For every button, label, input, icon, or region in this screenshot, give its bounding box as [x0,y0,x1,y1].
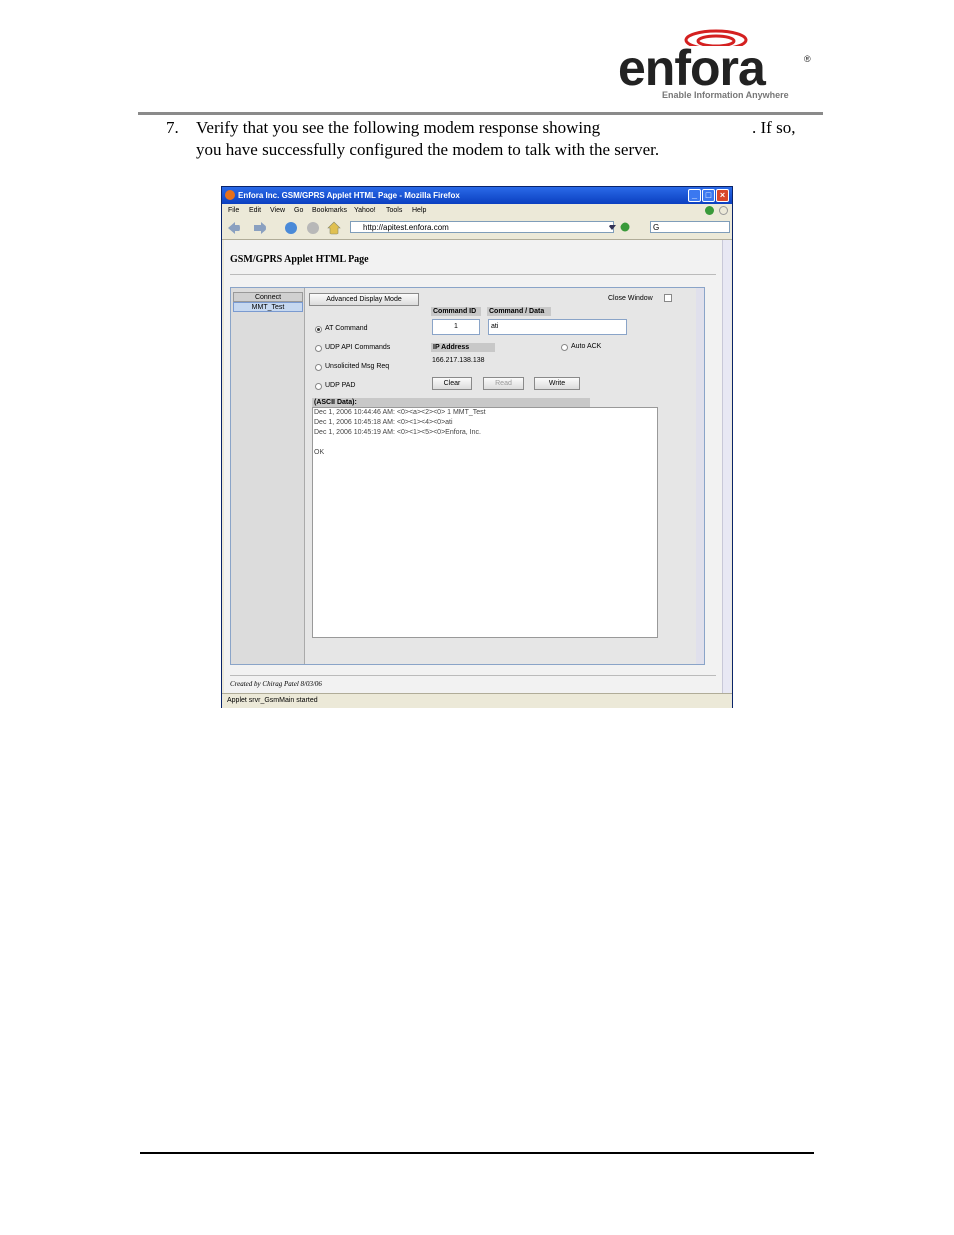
firefox-window-screenshot: Enfora Inc. GSM/GPRS Applet HTML Page - … [221,186,733,708]
response-console[interactable]: Dec 1, 2006 10:44:46 AM: <0><a><2><0> 1 … [312,407,658,638]
connection-list: Connect MMT_Test [231,288,305,664]
header-rule [138,112,823,115]
radio-at-command[interactable] [315,326,322,333]
step-text-line2: you have successfully configured the mod… [196,140,660,159]
menu-help[interactable]: Help [412,204,426,217]
status-bar: Applet srvr_GsmMain started [222,693,732,708]
forward-arrow-icon[interactable] [252,221,266,235]
status-text: Applet srvr_GsmMain started [227,697,318,704]
registered-mark: ® [804,54,811,64]
menu-yahoo[interactable]: Yahoo! [354,204,376,217]
throbber-icon [705,206,714,215]
stop-icon[interactable] [306,221,320,235]
close-window-label: Close Window [608,295,653,302]
radio-unsolicited-msg-req[interactable] [315,364,322,371]
title-rule [230,274,716,275]
menu-tools[interactable]: Tools [386,204,402,217]
logo-tagline: Enable Information Anywhere [662,90,789,100]
home-icon[interactable] [327,221,341,235]
status-icon [719,206,728,215]
step-number: 7. [166,118,179,137]
write-button[interactable]: Write [534,377,580,390]
close-icon[interactable]: × [716,189,729,202]
search-input[interactable]: G [650,221,730,233]
command-id-label: Command ID [431,307,481,316]
ip-address-label: IP Address [431,343,495,352]
window-titlebar: Enfora Inc. GSM/GPRS Applet HTML Page - … [222,187,732,204]
radio-at-command-label: AT Command [325,325,368,332]
advanced-display-mode-button[interactable]: Advanced Display Mode [309,293,419,306]
auto-ack-label: Auto ACK [571,343,602,350]
reload-icon[interactable] [284,221,298,235]
close-window-checkbox[interactable] [664,294,672,302]
menu-edit[interactable]: Edit [249,204,261,217]
menu-view[interactable]: View [270,204,285,217]
read-button[interactable]: Read [483,377,524,390]
radio-udp-api-commands[interactable] [315,345,322,352]
console-line: Dec 1, 2006 10:45:18 AM: <0><1><4><0>ati [314,419,453,426]
minimize-icon[interactable]: _ [688,189,701,202]
radio-udp-pad-label: UDP PAD [325,382,356,389]
page-title: GSM/GPRS Applet HTML Page [230,254,369,265]
go-icon[interactable] [620,222,634,236]
enfora-logo: enfora ® Enable Information Anywhere [612,26,817,106]
url-text: http://apitest.enfora.com [363,223,449,232]
created-by-text: Created by Chirag Patel 8/03/06 [230,680,322,688]
console-line: Dec 1, 2006 10:44:46 AM: <0><a><2><0> 1 … [314,409,486,416]
step-text-line1-end: . If so, [752,118,796,137]
menu-file[interactable]: File [228,204,239,217]
radio-auto-ack[interactable] [561,344,568,351]
radio-udp-api-commands-label: UDP API Commands [325,344,391,351]
step-text-line1: Verify that you see the following modem … [196,118,601,137]
ascii-data-label: (ASCII Data): [312,398,590,407]
console-line-ok: OK [314,449,325,456]
page-scrollbar[interactable] [722,240,731,693]
applet-panel: Connect MMT_Test Advanced Display Mode C… [230,287,705,665]
url-bar[interactable]: http://apitest.enfora.com [350,221,614,233]
menu-go[interactable]: Go [294,204,303,217]
window-title: Enfora Inc. GSM/GPRS Applet HTML Page - … [238,191,460,200]
back-arrow-icon[interactable] [226,221,240,235]
command-id-input[interactable]: 1 [432,319,480,335]
command-data-label: Command / Data [487,307,551,316]
menu-bar: File Edit View Go Bookmarks Yahoo! Tools… [222,204,732,217]
list-header-connect[interactable]: Connect [233,292,303,302]
maximize-icon[interactable]: □ [702,189,715,202]
logo-wordmark: enfora [618,40,766,96]
radio-unsolicited-msg-req-label: Unsolicited Msg Req [325,363,390,370]
search-text: G [653,223,660,232]
menu-bookmarks[interactable]: Bookmarks [312,204,347,217]
page-content: GSM/GPRS Applet HTML Page Connect MMT_Te… [224,240,722,693]
firefox-icon [225,190,235,200]
ip-address-value: 166.217.138.138 [432,357,485,364]
console-line: Dec 1, 2006 10:45:19 AM: <0><1><5><0>Enf… [314,429,481,436]
clear-button[interactable]: Clear [432,377,472,390]
list-item-mmt-test[interactable]: MMT_Test [233,302,303,312]
navigation-toolbar: http://apitest.enfora.com G [222,217,732,240]
radio-udp-pad[interactable] [315,383,322,390]
command-data-input[interactable]: ati [488,319,627,335]
footer-rule [140,1152,814,1154]
footer-rule-inner [230,675,716,676]
applet-scrollbar[interactable] [696,288,704,664]
